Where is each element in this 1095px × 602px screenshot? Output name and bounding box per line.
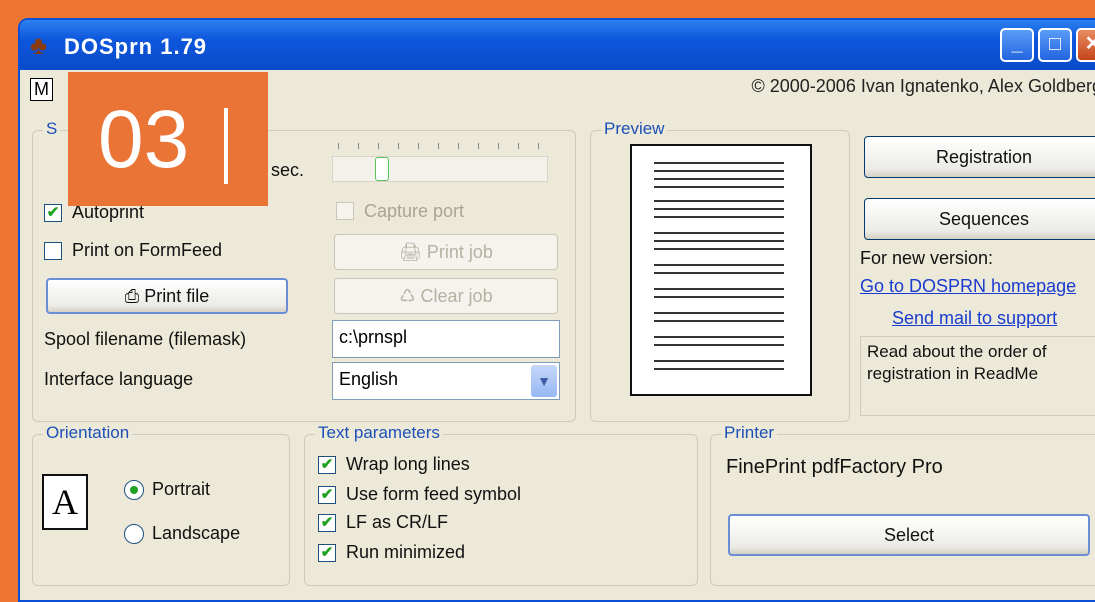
preview-legend: Preview [601, 119, 668, 139]
clear-job-label: Clear job [420, 286, 493, 306]
capture-port-checkbox[interactable] [336, 202, 354, 220]
dosprn-window: ♣ DOSprn 1.79 _ □ ✕ M © 2000-2006 Ivan I… [18, 18, 1095, 602]
landscape-radio[interactable] [124, 524, 144, 544]
mail-support-link[interactable]: Send mail to support [892, 308, 1057, 329]
portrait-label: Portrait [152, 479, 211, 499]
printer-legend: Printer [721, 423, 778, 443]
orientation-legend: Orientation [43, 423, 133, 443]
printer-name: FinePrint pdfFactory Pro [726, 456, 943, 478]
print-on-formfeed-checkbox[interactable] [44, 242, 62, 260]
maximize-button[interactable]: □ [1038, 28, 1072, 62]
clear-job-button[interactable]: ♺ Clear job [334, 278, 558, 314]
select-printer-button[interactable]: Select [728, 514, 1090, 556]
sequences-button[interactable]: Sequences [864, 198, 1095, 240]
use-form-feed-checkbox[interactable]: ✔ [318, 486, 336, 504]
spool-filename-label: Spool filename (filemask) [44, 329, 247, 349]
print-file-icon: ⎙ [124, 286, 140, 306]
step-badge: 03 [68, 72, 268, 206]
print-on-formfeed-label: Print on FormFeed [72, 240, 223, 260]
use-form-feed-label: Use form feed symbol [346, 484, 522, 504]
run-minimized-checkbox[interactable]: ✔ [318, 544, 336, 562]
portrait-radio[interactable] [124, 480, 144, 500]
landscape-label: Landscape [152, 523, 241, 543]
autoprint-checkbox[interactable]: ✔ [44, 204, 62, 222]
printer-icon: 🖨 [399, 242, 422, 262]
menu-item-first[interactable]: M [30, 78, 53, 101]
readme-note: Read about the order of registration in … [860, 336, 1095, 416]
chevron-down-icon[interactable]: ▼ [531, 365, 557, 397]
homepage-link[interactable]: Go to DOSPRN homepage [860, 276, 1076, 297]
slider-track [332, 156, 548, 182]
clear-icon: ♺ [399, 286, 416, 306]
print-file-label: Print file [144, 286, 210, 306]
interface-language-label: Interface language [44, 369, 194, 389]
lf-as-crlf-checkbox[interactable]: ✔ [318, 514, 336, 532]
title-bar[interactable]: ♣ DOSprn 1.79 _ □ ✕ [20, 20, 1095, 70]
step-number: 03 [98, 94, 190, 185]
close-button[interactable]: ✕ [1076, 28, 1095, 62]
print-file-button[interactable]: ⎙ Print file [46, 278, 288, 314]
run-minimized-label: Run minimized [346, 542, 466, 562]
print-job-button[interactable]: 🖨 Print job [334, 234, 558, 270]
portrait-page-icon: A [42, 474, 88, 530]
settings-legend: S [43, 119, 61, 139]
language-value: English [339, 369, 399, 389]
wrap-long-lines-label: Wrap long lines [346, 454, 470, 474]
app-icon: ♣ [30, 30, 48, 60]
copyright-text: © 2000-2006 Ivan Ignatenko, Alex Goldber… [751, 76, 1095, 96]
minimize-button[interactable]: _ [1000, 28, 1034, 62]
capture-port-label: Capture port [364, 201, 465, 221]
lf-as-crlf-label: LF as CR/LF [346, 512, 449, 532]
cursor-bar [224, 108, 228, 184]
text-parameters-legend: Text parameters [315, 423, 443, 443]
new-version-label: For new version: [860, 248, 994, 268]
slider-thumb[interactable] [374, 157, 389, 181]
page-preview [630, 144, 812, 396]
spool-filename-input[interactable]: c:\prnspl [332, 320, 560, 358]
wrap-long-lines-checkbox[interactable]: ✔ [318, 456, 336, 474]
window-title: DOSprn 1.79 [64, 34, 208, 59]
registration-button[interactable]: Registration [864, 136, 1095, 178]
interface-language-select[interactable]: English ▼ [332, 362, 560, 400]
print-job-label: Print job [426, 242, 493, 262]
